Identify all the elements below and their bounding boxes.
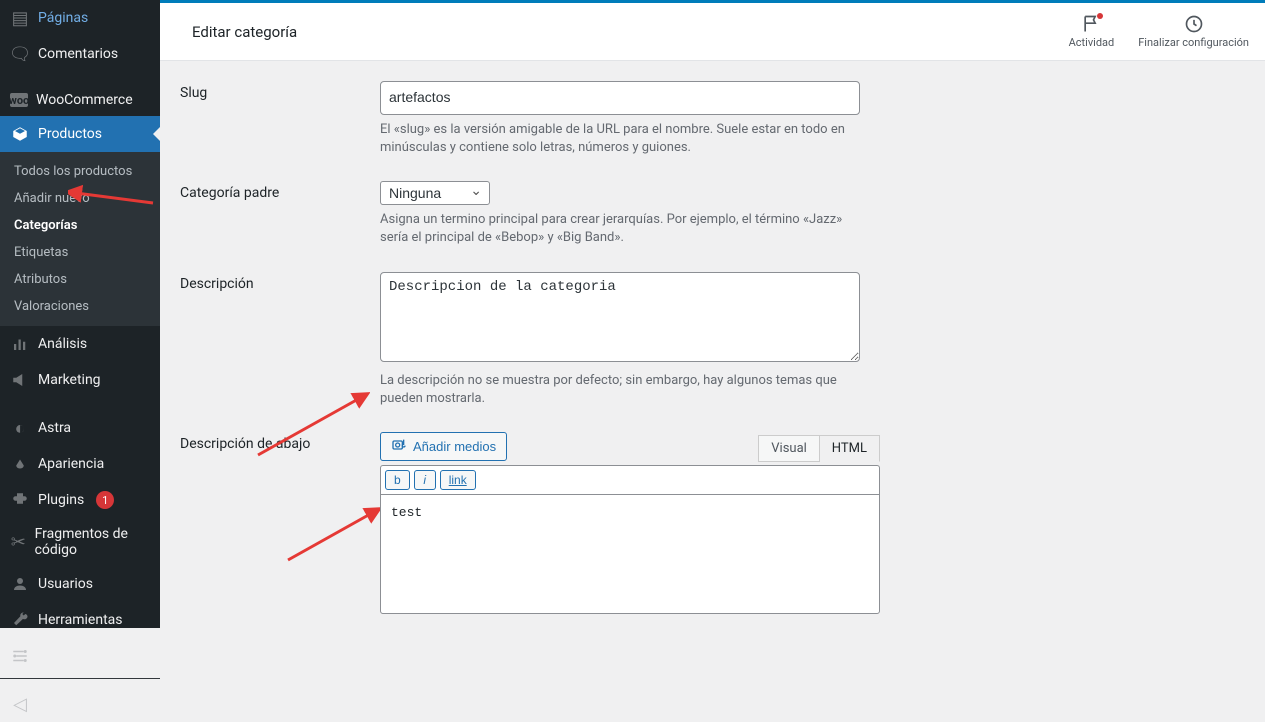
clock-icon <box>1184 14 1204 34</box>
sidebar-item-usuarios[interactable]: Usuarios <box>0 566 160 602</box>
appearance-icon <box>10 454 30 474</box>
sidebar-label: Análisis <box>38 336 87 352</box>
quicktags-toolbar: b i link <box>380 465 880 494</box>
sidebar-label: Cerrar menú <box>38 696 115 712</box>
astra-icon: ◐ <box>10 418 30 438</box>
sidebar-label: Productos <box>38 126 102 142</box>
users-icon <box>10 574 30 594</box>
camera-music-icon <box>391 437 407 456</box>
slug-label: Slug <box>180 81 380 157</box>
pages-icon: ▤ <box>10 8 30 28</box>
sidebar-item-fragmentos[interactable]: ✂ Fragmentos de código <box>0 518 160 566</box>
submenu-valoraciones[interactable]: Valoraciones <box>0 293 160 320</box>
description-label: Descripción <box>180 272 380 408</box>
parent-select[interactable]: Ninguna <box>380 181 490 205</box>
sidebar-item-analisis[interactable]: Análisis <box>0 326 160 362</box>
editor-tabs: Visual HTML <box>758 434 880 461</box>
submenu-todos-productos[interactable]: Todos los productos <box>0 158 160 185</box>
collapse-icon: ◁ <box>10 694 30 714</box>
analytics-icon <box>10 334 30 354</box>
submenu-categorias[interactable]: Categorías <box>0 212 160 239</box>
parent-row: Categoría padre Ninguna Asigna un termin… <box>180 181 1245 247</box>
sidebar-item-apariencia[interactable]: Apariencia <box>0 446 160 482</box>
add-media-label: Añadir medios <box>413 439 496 454</box>
link-button[interactable]: link <box>440 470 476 490</box>
plugins-icon <box>10 490 30 510</box>
submenu-etiquetas[interactable]: Etiquetas <box>0 239 160 266</box>
sidebar-item-astra[interactable]: ◐ Astra <box>0 410 160 446</box>
add-media-button[interactable]: Añadir medios <box>380 432 507 461</box>
slug-input[interactable] <box>380 81 860 115</box>
parent-help: Asigna un termino principal para crear j… <box>380 211 870 247</box>
parent-label: Categoría padre <box>180 181 380 247</box>
sidebar-item-paginas[interactable]: ▤ Páginas <box>0 0 160 36</box>
sidebar-item-marketing[interactable]: Marketing <box>0 362 160 398</box>
products-icon <box>10 124 30 144</box>
notification-dot <box>1097 13 1103 19</box>
sidebar-label: Plugins <box>38 492 84 508</box>
content-area: Slug El «slug» es la versión amigable de… <box>160 61 1265 628</box>
tab-visual[interactable]: Visual <box>758 435 820 462</box>
flag-icon <box>1081 14 1101 34</box>
bottom-description-row: Descripción de abajo Añadir medios Visua… <box>180 432 1245 614</box>
plugins-count-badge: 1 <box>96 491 114 509</box>
sidebar-label: Marketing <box>38 372 101 388</box>
sidebar-item-cerrar-menu[interactable]: ◁ Cerrar menú <box>0 686 160 722</box>
sidebar-label: WooCommerce <box>36 92 133 108</box>
productos-submenu: Todos los productos Añadir nuevo Categor… <box>0 152 160 326</box>
description-textarea[interactable]: Descripcion de la categoria <box>380 272 860 362</box>
html-editor-textarea[interactable]: test <box>380 494 880 614</box>
finish-label: Finalizar configuración <box>1138 36 1249 49</box>
bold-button[interactable]: b <box>385 470 410 490</box>
sidebar-label: Herramientas <box>38 612 123 628</box>
comments-icon: 🗨 <box>10 44 30 64</box>
slug-help: El «slug» es la versión amigable de la U… <box>380 121 870 157</box>
sidebar-label: Páginas <box>38 10 88 26</box>
tools-icon <box>10 610 30 630</box>
submenu-anadir-nuevo[interactable]: Añadir nuevo <box>0 185 160 212</box>
sidebar-item-productos[interactable]: Productos <box>0 116 160 152</box>
sidebar-item-woocommerce[interactable]: woo WooCommerce <box>0 84 160 116</box>
page-header: Editar categoría Actividad Finalizar con… <box>160 3 1265 61</box>
description-help: La descripción no se muestra por defecto… <box>380 372 870 408</box>
slug-row: Slug El «slug» es la versión amigable de… <box>180 81 1245 157</box>
finish-setup-button[interactable]: Finalizar configuración <box>1138 14 1249 49</box>
italic-button[interactable]: i <box>414 470 436 490</box>
sidebar-label: Apariencia <box>38 456 104 472</box>
sidebar-item-ajustes[interactable]: Ajustes <box>0 638 160 674</box>
page-title: Editar categoría <box>160 23 297 41</box>
settings-icon <box>10 646 30 666</box>
code-snippets-icon: ✂ <box>10 532 27 552</box>
bottom-description-label: Descripción de abajo <box>180 432 380 614</box>
description-row: Descripción Descripcion de la categoria … <box>180 272 1245 408</box>
sidebar-label: Comentarios <box>38 46 118 62</box>
sidebar-item-plugins[interactable]: Plugins 1 <box>0 482 160 518</box>
header-actions: Actividad Finalizar configuración <box>1069 14 1265 49</box>
sidebar-item-herramientas[interactable]: Herramientas <box>0 602 160 638</box>
activity-label: Actividad <box>1069 36 1115 49</box>
submenu-atributos[interactable]: Atributos <box>0 266 160 293</box>
tab-html[interactable]: HTML <box>820 435 880 462</box>
sidebar-label: Usuarios <box>38 576 93 592</box>
admin-sidebar: ▤ Páginas 🗨 Comentarios woo WooCommerce … <box>0 0 160 628</box>
sidebar-label: Ajustes <box>38 648 85 664</box>
sidebar-label: Fragmentos de código <box>35 526 150 558</box>
sidebar-item-comentarios[interactable]: 🗨 Comentarios <box>0 36 160 72</box>
marketing-icon <box>10 370 30 390</box>
woocommerce-icon: woo <box>10 93 28 107</box>
sidebar-label: Astra <box>38 420 71 436</box>
activity-button[interactable]: Actividad <box>1069 14 1115 49</box>
